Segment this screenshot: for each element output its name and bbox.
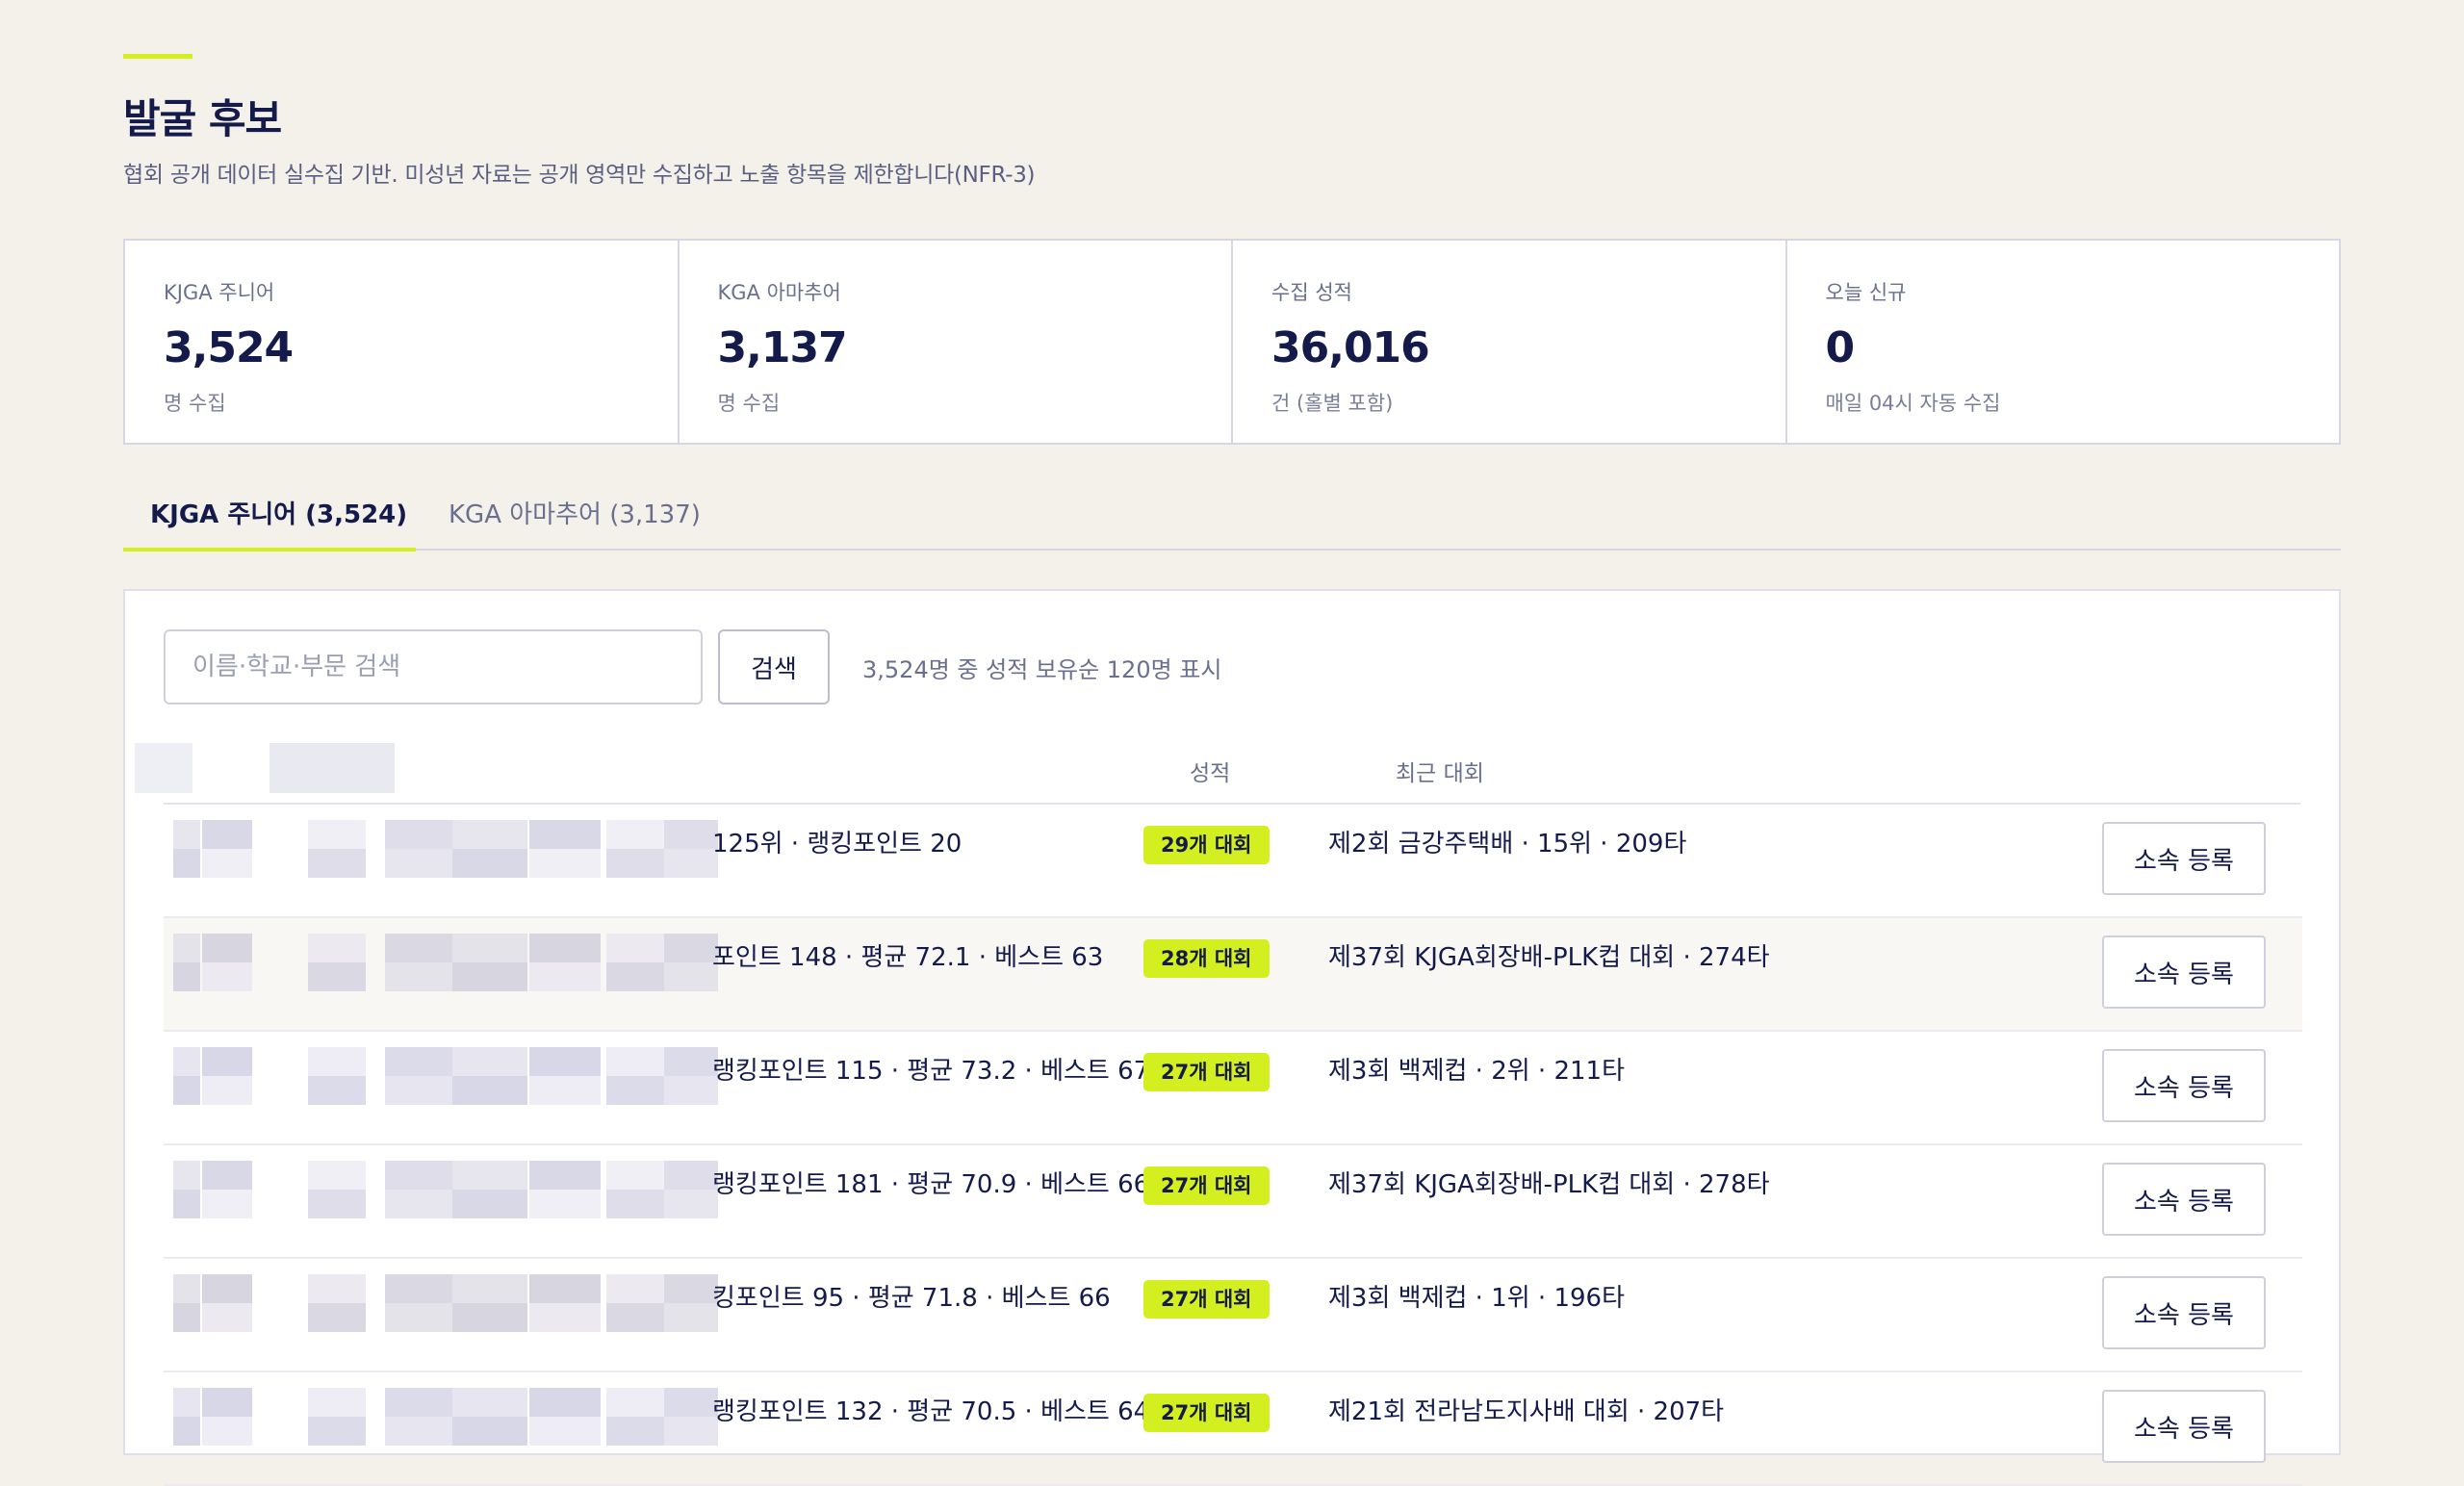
active-tab-indicator bbox=[123, 548, 416, 551]
rank-summary: 포인트 148 · 평균 72.1 · 베스트 63 bbox=[712, 943, 1104, 972]
rank-summary: 킹포인트 95 · 평균 71.8 · 베스트 66 bbox=[712, 1284, 1111, 1313]
rank-summary: 125위 · 랭킹포인트 20 bbox=[712, 830, 962, 858]
register-affiliation-button[interactable]: 소속 등록 bbox=[2102, 1049, 2266, 1122]
stat-card-kjga: KJGA 주니어 3,524 명 수집 bbox=[125, 241, 680, 443]
stat-sub: 명 수집 bbox=[164, 392, 226, 415]
tournament-count-badge: 27개 대회 bbox=[1143, 1166, 1270, 1205]
stats-panel: KJGA 주니어 3,524 명 수집 KGA 아마추어 3,137 명 수집 … bbox=[123, 239, 2341, 445]
table-row: 킹포인트 95 · 평균 71.8 · 베스트 66 27개 대회 제3회 백제컵 … bbox=[164, 1259, 2302, 1372]
blurred-header bbox=[125, 730, 472, 803]
result-count: 3,524명 중 성적 보유순 120명 표시 bbox=[862, 656, 1222, 683]
stat-value: 3,137 bbox=[717, 323, 848, 372]
stat-sub: 매일 04시 자동 수집 bbox=[1825, 392, 2001, 415]
table-row: 랭킹포인트 132 · 평균 70.5 · 베스트 64 27개 대회 제21회 전… bbox=[164, 1372, 2302, 1486]
blurred-name-block bbox=[164, 1372, 720, 1484]
blurred-name-block bbox=[164, 1145, 720, 1257]
recent-tournament: 제3회 백제컵 · 2위 · 211타 bbox=[1328, 1057, 1626, 1086]
tournament-count-badge: 27개 대회 bbox=[1143, 1394, 1270, 1432]
title-accent-bar bbox=[123, 54, 192, 59]
rank-summary: 랭킹포인트 181 · 평균 70.9 · 베스트 66 bbox=[712, 1170, 1150, 1199]
search-button[interactable]: 검색 bbox=[718, 629, 830, 705]
register-affiliation-button[interactable]: 소속 등록 bbox=[2102, 935, 2266, 1009]
stat-sub: 명 수집 bbox=[717, 392, 781, 415]
stat-value: 0 bbox=[1825, 323, 1856, 372]
stat-card-today: 오늘 신규 0 매일 04시 자동 수집 bbox=[1787, 241, 2340, 443]
table-row: 랭킹포인트 181 · 평균 70.9 · 베스트 66 27개 대회 제37회 K… bbox=[164, 1145, 2302, 1259]
blurred-name-block bbox=[164, 1032, 720, 1143]
page-subtitle: 협회 공개 데이터 실수집 기반. 미성년 자료는 공개 영역만 수집하고 노출… bbox=[123, 163, 1036, 188]
stat-card-records: 수집 성적 36,016 건 (홀별 포함) bbox=[1233, 241, 1787, 443]
stat-label: KJGA 주니어 bbox=[164, 281, 275, 304]
recent-tournament: 제21회 전라남도지사배 대회 · 207타 bbox=[1328, 1397, 1725, 1426]
stat-value: 36,016 bbox=[1271, 323, 1430, 372]
tournament-count-badge: 28개 대회 bbox=[1143, 939, 1270, 978]
table-row: 포인트 148 · 평균 72.1 · 베스트 63 28개 대회 제37회 KJG… bbox=[164, 918, 2302, 1032]
register-affiliation-button[interactable]: 소속 등록 bbox=[2102, 1163, 2266, 1236]
recent-tournament: 제37회 KJGA회장배-PLK컵 대회 · 274타 bbox=[1328, 943, 1770, 972]
page-title: 발굴 후보 bbox=[123, 95, 282, 142]
table-row: 125위 · 랭킹포인트 20 29개 대회 제2회 금강주택배 · 15위 · 2… bbox=[164, 805, 2302, 918]
column-header-recent: 최근 대회 bbox=[1396, 761, 1484, 786]
recent-tournament: 제3회 백제컵 · 1위 · 196타 bbox=[1328, 1284, 1626, 1313]
stat-label: 수집 성적 bbox=[1271, 281, 1352, 304]
stat-label: 오늘 신규 bbox=[1825, 281, 1907, 304]
blurred-name-block bbox=[164, 1259, 720, 1371]
recent-tournament: 제2회 금강주택배 · 15위 · 209타 bbox=[1328, 830, 1687, 858]
blurred-name-block bbox=[164, 805, 720, 916]
search-input[interactable] bbox=[164, 629, 703, 705]
stat-label: KGA 아마추어 bbox=[717, 281, 841, 304]
tournament-count-badge: 27개 대회 bbox=[1143, 1053, 1270, 1091]
tab-kjga-junior[interactable]: KJGA 주니어 (3,524) bbox=[150, 495, 407, 530]
register-affiliation-button[interactable]: 소속 등록 bbox=[2102, 1276, 2266, 1349]
stat-card-kga: KGA 아마추어 3,137 명 수집 bbox=[680, 241, 1233, 443]
candidates-panel: 검색 3,524명 중 성적 보유순 120명 표시 성적 최근 대회 125위… bbox=[123, 589, 2341, 1486]
table-row: 랭킹포인트 115 · 평균 73.2 · 베스트 67 27개 대회 제3회 백제… bbox=[164, 1032, 2302, 1145]
stat-sub: 건 (홀별 포함) bbox=[1271, 392, 1394, 415]
rank-summary: 랭킹포인트 132 · 평균 70.5 · 베스트 64 bbox=[712, 1397, 1150, 1426]
register-affiliation-button[interactable]: 소속 등록 bbox=[2102, 822, 2266, 895]
blurred-name-block bbox=[164, 918, 720, 1030]
register-affiliation-button[interactable]: 소속 등록 bbox=[2102, 1390, 2266, 1463]
tournament-count-badge: 29개 대회 bbox=[1143, 826, 1270, 864]
tab-bar: KJGA 주니어 (3,524) KGA 아마추어 (3,137) bbox=[123, 472, 2341, 551]
stat-value: 3,524 bbox=[164, 323, 294, 372]
tournament-count-badge: 27개 대회 bbox=[1143, 1280, 1270, 1319]
recent-tournament: 제37회 KJGA회장배-PLK컵 대회 · 278타 bbox=[1328, 1170, 1770, 1199]
column-header-record: 성적 bbox=[1190, 761, 1231, 786]
rank-summary: 랭킹포인트 115 · 평균 73.2 · 베스트 67 bbox=[712, 1057, 1150, 1086]
tab-kga-amateur[interactable]: KGA 아마추어 (3,137) bbox=[449, 495, 701, 530]
